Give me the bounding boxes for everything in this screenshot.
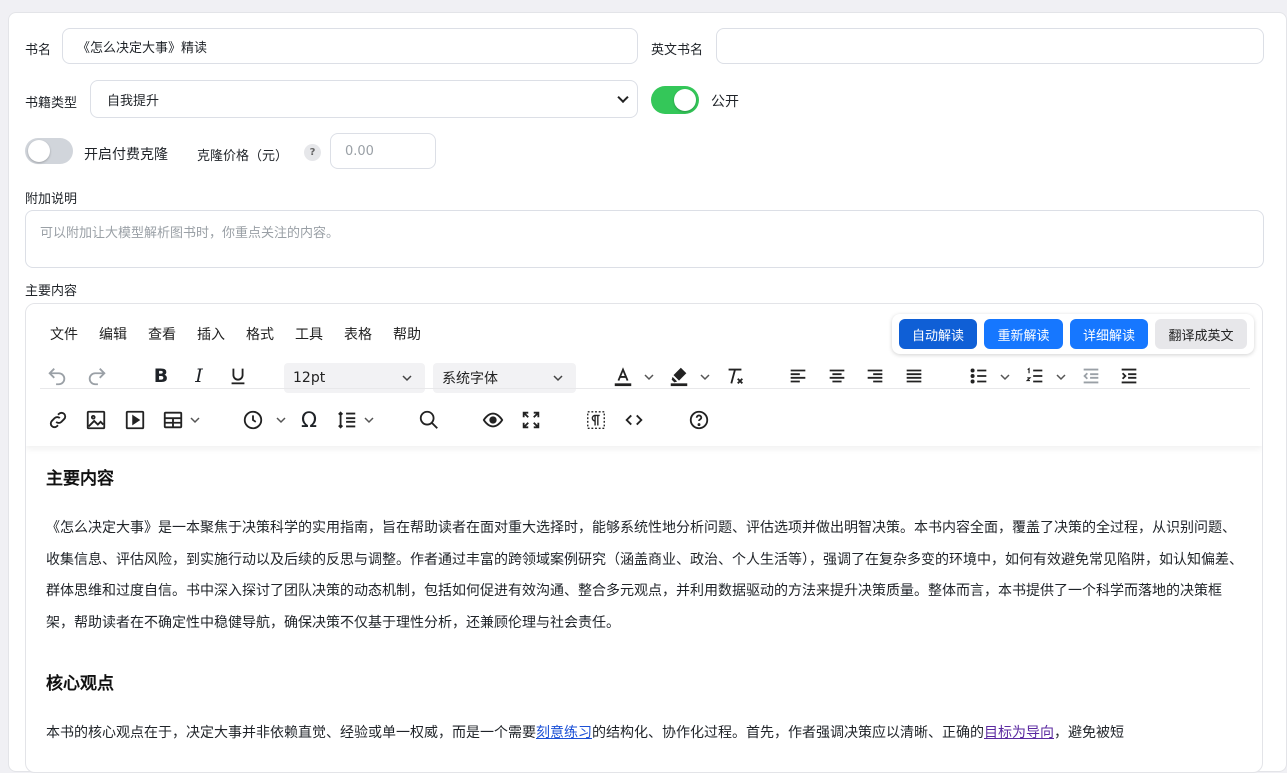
menu-edit[interactable]: 编辑 (99, 324, 127, 344)
chevron-down-icon[interactable] (1055, 371, 1067, 383)
link-goal-oriented[interactable]: 目标为导向 (984, 725, 1054, 741)
menu-tools[interactable]: 工具 (295, 324, 323, 344)
auto-interpret-button[interactable]: 自动解读 (899, 319, 977, 349)
content-heading-main: 主要内容 (46, 469, 114, 489)
switch-knob (28, 140, 50, 162)
clone-price-placeholder: 0.00 (345, 143, 374, 159)
bullet-list-icon[interactable] (967, 364, 991, 388)
editor-toolbar: 文件 编辑 查看 插入 格式 工具 表格 帮助 自动解读 重新解读 详细解读 翻… (26, 304, 1262, 446)
editor-content[interactable]: 主要内容 《怎么决定大事》是一本聚焦于决策科学的实用指南，旨在帮助读者在面对重大… (46, 464, 1246, 750)
english-name-label: 英文书名 (651, 43, 704, 58)
ai-action-group: 自动解读 重新解读 详细解读 翻译成英文 (892, 314, 1254, 354)
align-justify-icon[interactable] (902, 364, 926, 388)
font-family-value: 系统字体 (442, 371, 498, 387)
chevron-down-icon[interactable] (643, 371, 655, 383)
text-span: 的结构化、协作化过程。首先，作者强调决策应以清晰、正确的 (592, 725, 984, 741)
italic-icon[interactable]: I (187, 364, 211, 388)
menu-format[interactable]: 格式 (246, 324, 274, 344)
special-character-icon[interactable]: Ω (297, 408, 321, 432)
font-size-value: 12pt (293, 370, 326, 386)
fullscreen-icon[interactable] (519, 408, 543, 432)
help-icon[interactable]: ? (304, 144, 321, 161)
book-name-input[interactable]: 《怎么决定大事》精读 (62, 28, 638, 64)
book-name-label: 书名 (25, 43, 52, 58)
chevron-down-icon (617, 91, 629, 104)
bold-icon[interactable]: B (149, 364, 173, 388)
category-value: 自我提升 (107, 93, 160, 109)
menu-insert[interactable]: 插入 (197, 324, 225, 344)
detailed-interpret-button[interactable]: 详细解读 (1070, 319, 1148, 349)
link-deliberate-practice[interactable]: 刻意练习 (536, 725, 592, 741)
extra-note-label: 附加说明 (25, 192, 78, 207)
text-span: 本书的核心观点在于，决定大事并非依赖直觉、经验或单一权威，而是一个需要 (46, 725, 536, 741)
paid-clone-switch[interactable] (25, 138, 73, 164)
line-height-icon[interactable] (335, 408, 359, 432)
category-label: 书籍类型 (25, 96, 78, 111)
chevron-down-icon[interactable] (275, 414, 287, 426)
align-center-icon[interactable] (825, 364, 849, 388)
menu-table[interactable]: 表格 (344, 324, 372, 344)
help-circle-icon[interactable] (687, 408, 711, 432)
undo-icon[interactable] (45, 364, 69, 388)
content-paragraph-main: 《怎么决定大事》是一本聚焦于决策科学的实用指南，旨在帮助读者在面对重大选择时，能… (46, 520, 1243, 631)
menu-view[interactable]: 查看 (148, 324, 176, 344)
main-content-label: 主要内容 (25, 284, 78, 299)
content-heading-core: 核心观点 (46, 674, 114, 694)
clear-format-icon[interactable] (723, 364, 747, 388)
clone-price-input[interactable]: 0.00 (330, 133, 436, 169)
text-span: ，避免被短 (1054, 725, 1124, 741)
public-switch[interactable] (651, 86, 699, 114)
chevron-down-icon[interactable] (699, 371, 711, 383)
link-icon[interactable] (46, 408, 70, 432)
align-left-icon[interactable] (786, 364, 810, 388)
menu-file[interactable]: 文件 (50, 324, 78, 344)
redo-icon[interactable] (85, 364, 109, 388)
source-code-icon[interactable] (622, 408, 646, 432)
chevron-down-icon (553, 375, 563, 382)
category-select[interactable]: 自我提升 (90, 80, 638, 118)
image-icon[interactable] (84, 408, 108, 432)
numbered-list-icon[interactable] (1023, 364, 1047, 388)
text-color-icon[interactable] (611, 364, 635, 388)
menu-help[interactable]: 帮助 (393, 324, 421, 344)
table-icon[interactable] (161, 408, 185, 432)
public-label: 公开 (711, 94, 739, 110)
switch-knob (674, 89, 696, 111)
chevron-down-icon (402, 375, 412, 382)
preview-eye-icon[interactable] (481, 408, 505, 432)
chevron-down-icon[interactable] (999, 371, 1011, 383)
content-paragraph-core: 本书的核心观点在于，决定大事并非依赖直觉、经验或单一权威，而是一个需要刻意练习的… (46, 718, 1246, 750)
chevron-down-icon[interactable] (189, 414, 201, 426)
reinterpret-button[interactable]: 重新解读 (984, 319, 1063, 349)
highlight-color-icon[interactable] (667, 364, 691, 388)
underline-icon[interactable] (226, 364, 250, 388)
rich-text-editor: 文件 编辑 查看 插入 格式 工具 表格 帮助 自动解读 重新解读 详细解读 翻… (25, 303, 1263, 773)
indent-icon[interactable] (1117, 364, 1141, 388)
book-name-value: 《怎么决定大事》精读 (77, 40, 208, 56)
clock-icon[interactable] (241, 408, 265, 432)
outdent-icon[interactable] (1079, 364, 1103, 388)
paid-clone-label: 开启付费克隆 (84, 147, 168, 163)
show-blocks-icon[interactable] (584, 408, 608, 432)
search-icon[interactable] (417, 408, 441, 432)
chevron-down-icon[interactable] (363, 414, 375, 426)
media-icon[interactable] (123, 408, 147, 432)
clone-price-label: 克隆价格（元） (197, 149, 289, 164)
extra-note-textarea[interactable]: 可以附加让大模型解析图书时，你重点关注的内容。 (25, 210, 1264, 268)
english-name-input[interactable] (716, 28, 1264, 64)
align-right-icon[interactable] (863, 364, 887, 388)
extra-note-placeholder: 可以附加让大模型解析图书时，你重点关注的内容。 (40, 226, 340, 241)
book-form-card: 书名 《怎么决定大事》精读 英文书名 书籍类型 自我提升 公开 开启付费克隆 克… (8, 12, 1287, 773)
translate-english-button[interactable]: 翻译成英文 (1155, 319, 1247, 349)
toolbar-divider (40, 388, 1250, 389)
